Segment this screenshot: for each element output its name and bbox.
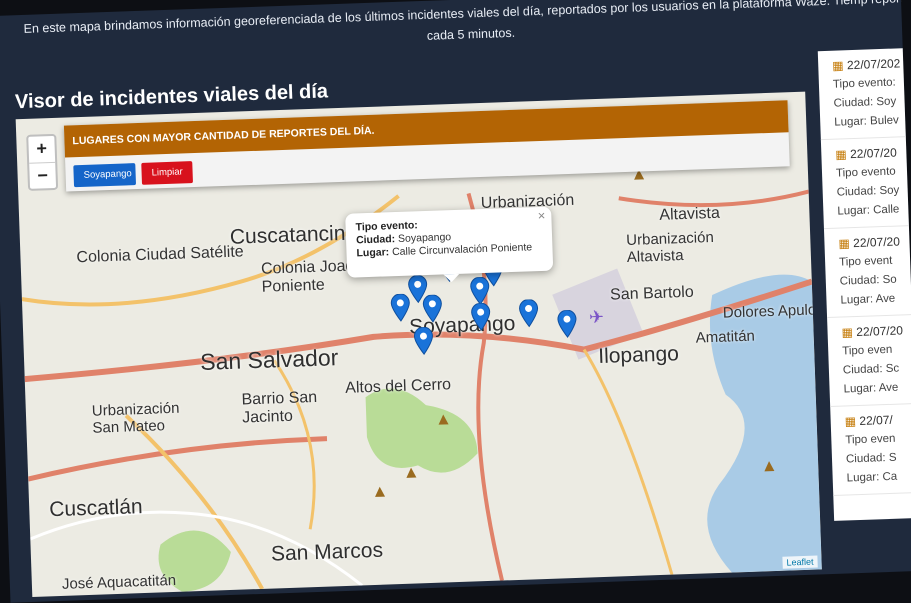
entry-event: Tipo even: [845, 432, 896, 447]
place-button-soyapango[interactable]: Soyapango: [73, 163, 137, 188]
entry-place: Lugar: Ave: [840, 292, 896, 307]
place-label: San Marcos: [270, 538, 384, 566]
calendar-icon: ▦: [832, 58, 844, 73]
peak-marker: [375, 486, 386, 497]
zoom-out-button[interactable]: −: [29, 161, 57, 189]
list-item[interactable]: ▦ 22/07/20 Tipo event Ciudad: So Lugar: …: [823, 225, 911, 319]
incident-pin-icon[interactable]: [390, 293, 411, 323]
place-label: Ilopango: [597, 342, 680, 369]
calendar-icon: ▦: [841, 325, 854, 340]
place-label: Urbanización Altavista: [625, 228, 715, 266]
incident-pin-icon[interactable]: [422, 294, 443, 323]
list-item[interactable]: ▦ 22/07/20 Tipo evento Ciudad: Soy Lugar…: [820, 136, 911, 230]
place-label: Altavista: [659, 204, 721, 224]
incident-pin-icon[interactable]: [470, 302, 491, 332]
calendar-icon: ▦: [835, 147, 847, 162]
place-label: San Salvador: [199, 344, 339, 375]
incident-pin-icon[interactable]: [557, 309, 578, 339]
zoom-control: + −: [26, 133, 59, 191]
entry-place: Lugar: Ca: [846, 470, 898, 485]
calendar-icon: ▦: [844, 414, 857, 429]
entry-date: 22/07/20: [852, 234, 901, 251]
entry-event: Tipo even: [842, 343, 893, 358]
park-green: [365, 388, 478, 473]
leaflet-attribution[interactable]: Leaflet: [782, 555, 818, 569]
incident-pin-icon[interactable]: [469, 276, 490, 306]
incident-pin-icon[interactable]: [518, 299, 539, 328]
entry-event: Tipo evento: [835, 165, 896, 180]
screen: En este mapa brindamos información geore…: [0, 0, 911, 603]
entry-date: 22/07/: [859, 412, 893, 428]
place-label: Barrio San Jacinto: [241, 388, 318, 427]
entry-city: Ciudad: So: [839, 273, 897, 288]
entry-date: 22/07/20: [856, 323, 904, 340]
incident-pin-icon[interactable]: [413, 326, 434, 356]
road-highway: [27, 436, 328, 482]
list-item[interactable]: ▦ 22/07/ Tipo even Ciudad: S Lugar: Ca: [830, 403, 911, 496]
incident-popup: × Tipo evento: Ciudad: Soyapango Lugar: …: [345, 206, 554, 283]
place-label: Cuscatlán: [48, 495, 144, 522]
popup-event-label: Tipo evento:: [355, 219, 419, 234]
place-label: San Bartolo: [609, 283, 695, 304]
incident-list: ▦ 22/07/202 Tipo evento: Ciudad: Soy Lug…: [817, 47, 911, 521]
road-major: [272, 359, 316, 530]
zoom-in-button[interactable]: +: [28, 136, 55, 163]
clear-button[interactable]: Limpiar: [141, 161, 194, 185]
entry-city: Ciudad: Soy: [836, 184, 900, 199]
road-major: [582, 348, 674, 576]
place-label: Urbanización San Mateo: [91, 399, 180, 437]
place-label: Dolores Apulo: [722, 301, 817, 322]
popup-city-value: Soyapango: [397, 231, 452, 245]
entry-event: Tipo event: [838, 254, 893, 269]
entry-place: Lugar: Ave: [843, 381, 899, 396]
popup-place-label: Lugar:: [356, 246, 390, 260]
entry-city: Ciudad: S: [845, 451, 897, 466]
place-label: Altos del Cerro: [344, 376, 452, 397]
calendar-icon: ▦: [838, 236, 851, 251]
entry-place: Lugar: Calle: [837, 203, 900, 218]
list-item[interactable]: ▦ 22/07/202 Tipo evento: Ciudad: Soy Lug…: [817, 47, 911, 141]
list-item[interactable]: ▦ 22/07/20 Tipo even Ciudad: Sc Lugar: A…: [827, 314, 911, 407]
close-icon[interactable]: ×: [537, 208, 545, 223]
place-label: Amatitán: [695, 327, 756, 347]
peak-marker: [406, 467, 417, 478]
entry-date: 22/07/20: [849, 145, 897, 162]
entry-place: Lugar: Bulev: [834, 114, 900, 129]
header-description: En este mapa brindamos información geore…: [23, 0, 911, 43]
incident-map[interactable]: Colonia Ciudad Satélite Cuscatancingo Co…: [15, 91, 822, 597]
airport-icon: ✈: [588, 306, 605, 328]
entry-date: 22/07/202: [846, 56, 901, 73]
entry-city: Ciudad: Sc: [842, 362, 900, 377]
popup-city-label: Ciudad:: [355, 233, 396, 247]
